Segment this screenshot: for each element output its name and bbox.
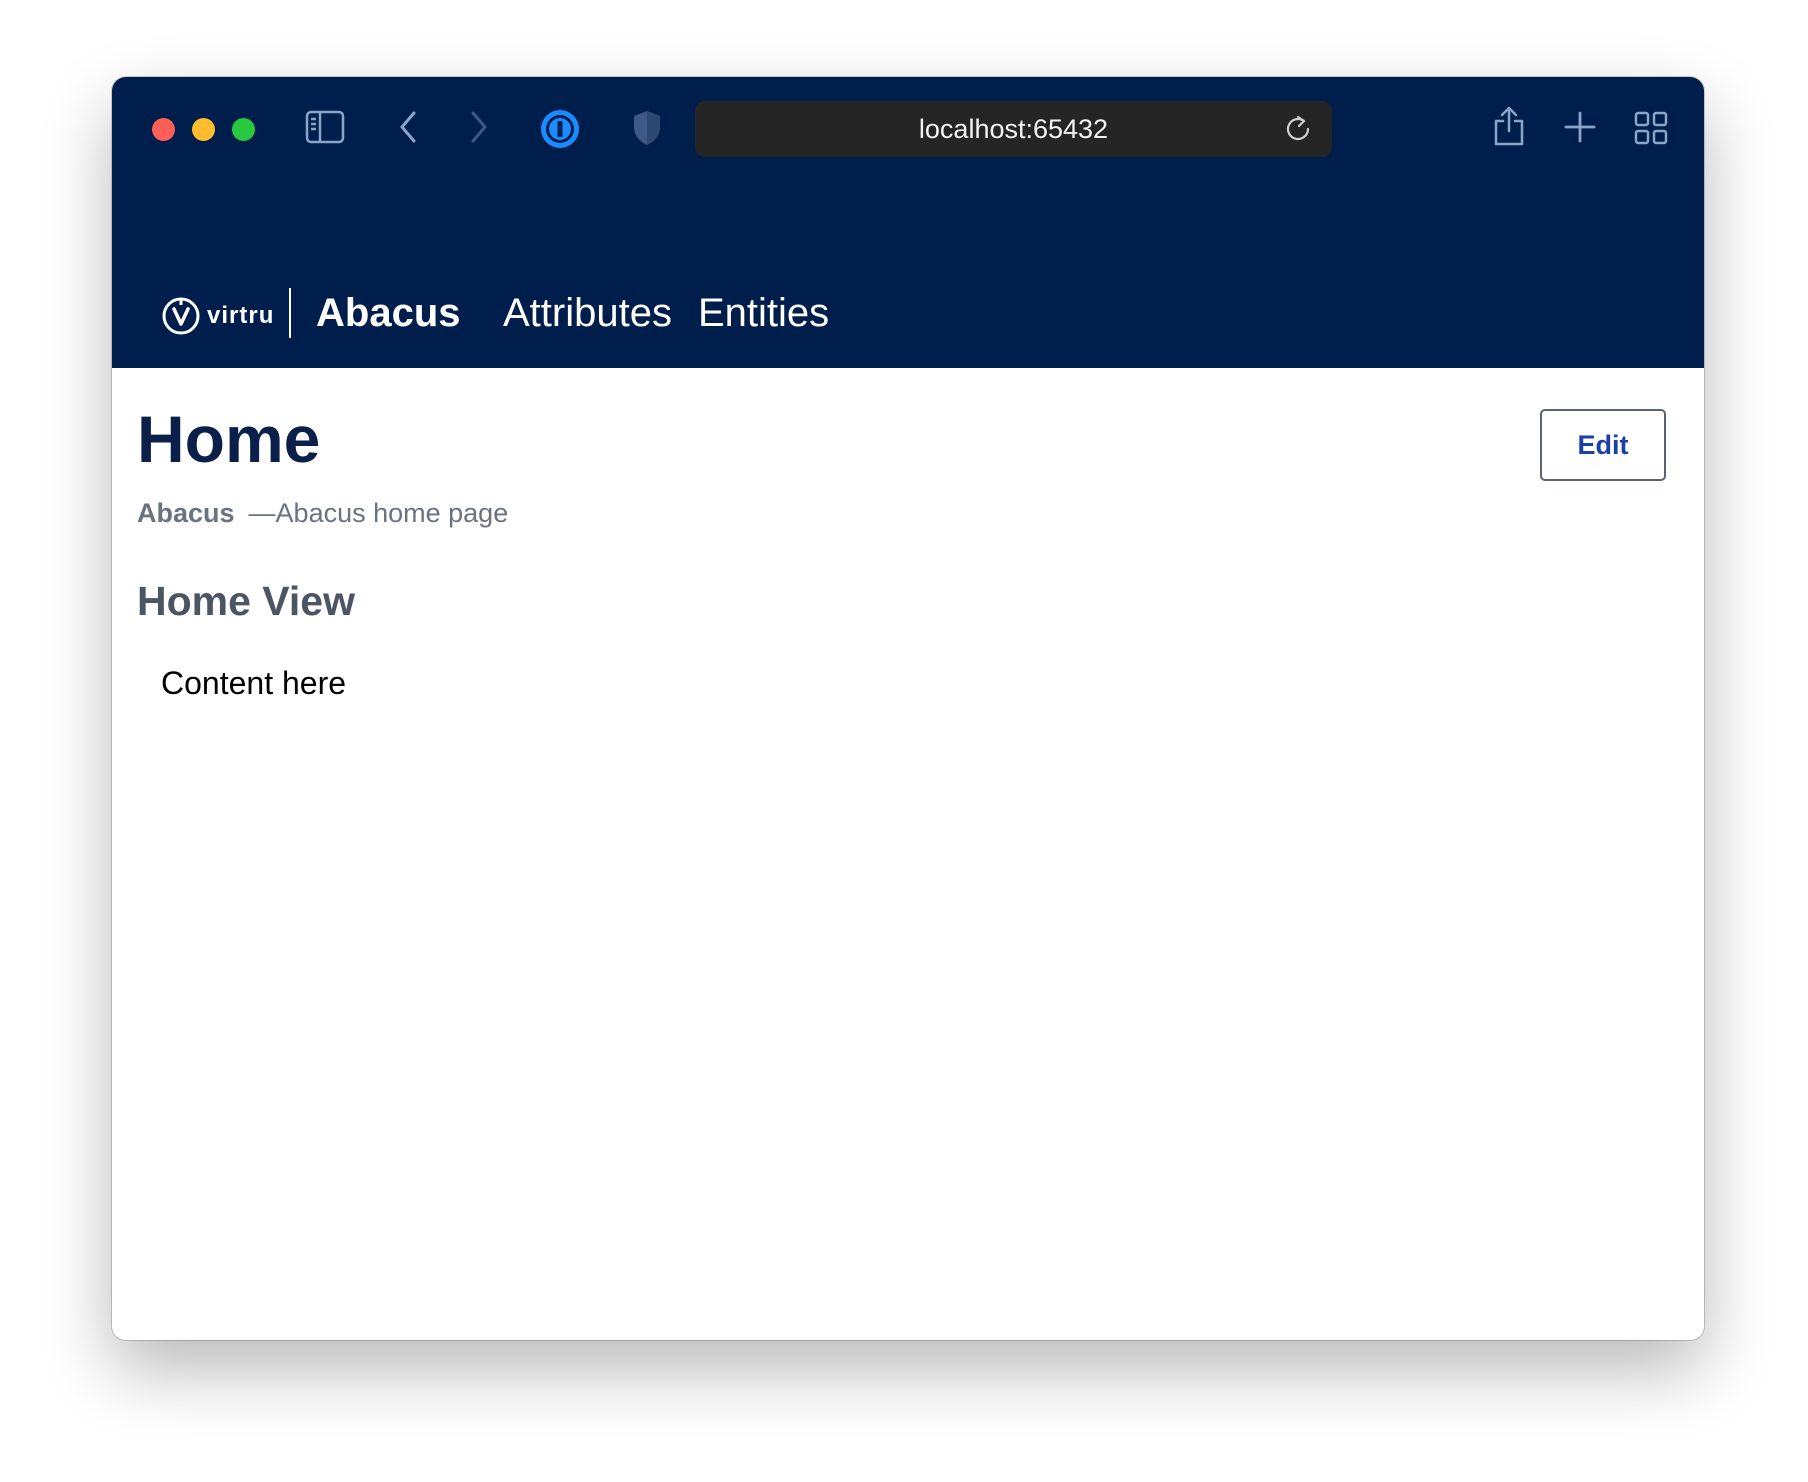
virtru-logo-icon (162, 297, 200, 335)
subtitle-description: —Abacus home page (248, 498, 509, 528)
page-subtitle: Abacus —Abacus home page (137, 498, 508, 529)
virtru-logo[interactable]: virtru (161, 290, 274, 342)
nav-item-attributes[interactable]: Attributes (503, 290, 672, 336)
plus-icon[interactable] (1564, 111, 1596, 143)
main-content: Home Edit Abacus —Abacus home page Home V… (112, 368, 1704, 1340)
edit-button[interactable]: Edit (1540, 409, 1666, 481)
brand-text: virtru (207, 302, 275, 329)
share-icon[interactable] (1492, 105, 1526, 147)
reload-icon[interactable] (1284, 115, 1312, 150)
address-bar[interactable]: localhost:65432 (695, 101, 1332, 157)
grid-icon[interactable] (1634, 111, 1668, 145)
chevron-right-icon[interactable] (468, 110, 490, 144)
nav-app-title[interactable]: Abacus (316, 290, 461, 336)
subtitle-app-name: Abacus (137, 498, 235, 528)
nav-item-entities[interactable]: Entities (698, 290, 829, 336)
chevron-left-icon[interactable] (397, 110, 419, 144)
app-navbar (112, 181, 1704, 368)
page-title: Home (137, 402, 321, 476)
1password-icon[interactable] (539, 108, 581, 150)
sidebar-icon[interactable] (305, 110, 345, 144)
browser-toolbar: localhost:65432 (112, 77, 1704, 181)
shield-icon[interactable] (632, 109, 662, 147)
minimize-window-button[interactable] (192, 118, 215, 141)
zoom-window-button[interactable] (232, 118, 255, 141)
close-window-button[interactable] (152, 118, 175, 141)
brand-divider (289, 288, 291, 338)
url-text: localhost:65432 (918, 113, 1109, 144)
browser-window: localhost:65432 virtru Abacus Attributes… (112, 77, 1704, 1340)
section-title: Home View (137, 578, 355, 624)
content-text: Content here (161, 665, 347, 701)
